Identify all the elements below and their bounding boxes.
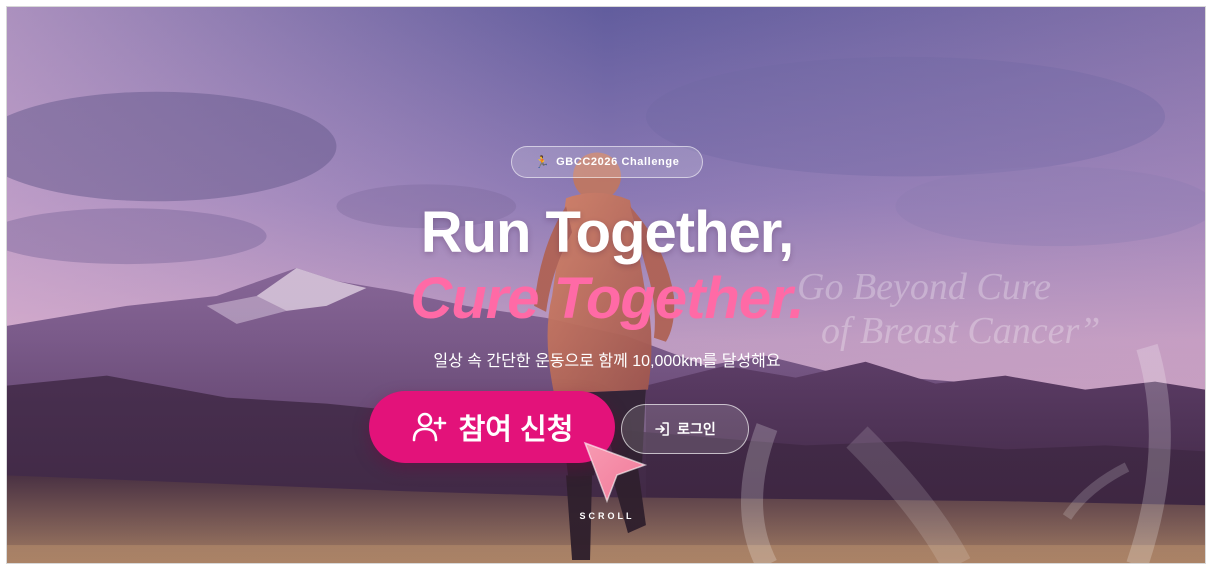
user-plus-icon: [412, 412, 446, 442]
pointer-cursor-icon: [583, 441, 648, 504]
hero-subtitle: 일상 속 간단한 운동으로 함께 10,000km를 달성해요: [433, 353, 781, 370]
hero-title-line-2: Cure Together.: [410, 266, 804, 331]
login-icon: [655, 422, 669, 436]
scroll-indicator: SCROLL: [579, 511, 635, 521]
join-button-label: 참여 신청: [458, 414, 574, 446]
login-button-label: 로그인: [677, 421, 716, 437]
hero-title-line-1: Run Together,: [420, 200, 795, 265]
badge-text: GBCC2026 Challenge: [556, 156, 680, 168]
hero-section: Go Beyond Cure of Breast Cancer” 🏃 GBCC2…: [6, 6, 1206, 564]
runner-icon: 🏃: [534, 155, 551, 169]
challenge-badge: 🏃 GBCC2026 Challenge: [511, 146, 703, 178]
